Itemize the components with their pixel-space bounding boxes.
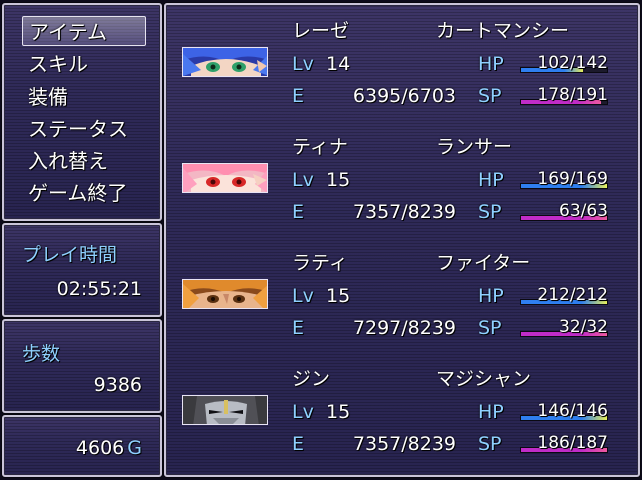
- sp-value: 32/32: [559, 317, 608, 337]
- member-name[interactable]: レーゼ: [292, 20, 349, 42]
- level-label: Lv: [292, 53, 314, 75]
- hp-value: 212/212: [537, 285, 608, 305]
- exp-label: E: [292, 201, 305, 223]
- hp-value: 169/169: [537, 169, 608, 189]
- hp-gauge: 169/169: [520, 169, 608, 191]
- sp-value: 178/191: [537, 85, 608, 105]
- exp-label: E: [292, 433, 305, 455]
- blue-haired-hero-portrait-icon[interactable]: [182, 47, 268, 77]
- sp-gauge: 63/63: [520, 201, 608, 223]
- member-name[interactable]: ラティ: [292, 252, 348, 274]
- level-value: 15: [326, 169, 351, 191]
- exp-label: E: [292, 85, 305, 107]
- sp-gauge: 32/32: [520, 317, 608, 339]
- hp-value: 146/146: [537, 401, 608, 421]
- member-name[interactable]: ティナ: [292, 136, 348, 158]
- hp-label: HP: [478, 401, 504, 423]
- sp-label: SP: [478, 201, 502, 223]
- exp-value: 7357/8239: [352, 433, 456, 455]
- level-label: Lv: [292, 401, 314, 423]
- orange-haired-fighter-portrait-icon[interactable]: [182, 279, 268, 309]
- party-list: レーゼ カートマンシー Lv 14 E 6395/6703 HP 102/142 SP 178/1…: [0, 0, 642, 480]
- exp-value: 7357/8239: [352, 201, 456, 223]
- member-class: マジシャン: [436, 368, 532, 390]
- hp-label: HP: [478, 169, 504, 191]
- masked-mage-portrait-icon[interactable]: [182, 395, 268, 425]
- level-value: 15: [326, 285, 351, 307]
- level-value: 14: [326, 53, 351, 75]
- level-label: Lv: [292, 169, 314, 191]
- level-label: Lv: [292, 285, 314, 307]
- sp-gauge: 178/191: [520, 85, 608, 107]
- hp-gauge: 146/146: [520, 401, 608, 423]
- member-class: ファイター: [436, 252, 531, 274]
- sp-label: SP: [478, 317, 502, 339]
- hp-gauge: 212/212: [520, 285, 608, 307]
- pink-haired-girl-portrait-icon[interactable]: [182, 163, 268, 193]
- member-class: カートマンシー: [436, 20, 570, 42]
- hp-gauge: 102/142: [520, 53, 608, 75]
- hp-label: HP: [478, 285, 504, 307]
- exp-label: E: [292, 317, 305, 339]
- sp-label: SP: [478, 433, 502, 455]
- sp-gauge: 186/187: [520, 433, 608, 455]
- sp-value: 186/187: [537, 433, 608, 453]
- level-value: 15: [326, 401, 351, 423]
- sp-label: SP: [478, 85, 502, 107]
- member-class: ランサー: [436, 136, 513, 158]
- sp-value: 63/63: [559, 201, 608, 221]
- exp-value: 6395/6703: [352, 85, 456, 107]
- exp-value: 7297/8239: [352, 317, 456, 339]
- hp-label: HP: [478, 53, 504, 75]
- member-name[interactable]: ジン: [292, 368, 330, 390]
- hp-value: 102/142: [537, 53, 608, 73]
